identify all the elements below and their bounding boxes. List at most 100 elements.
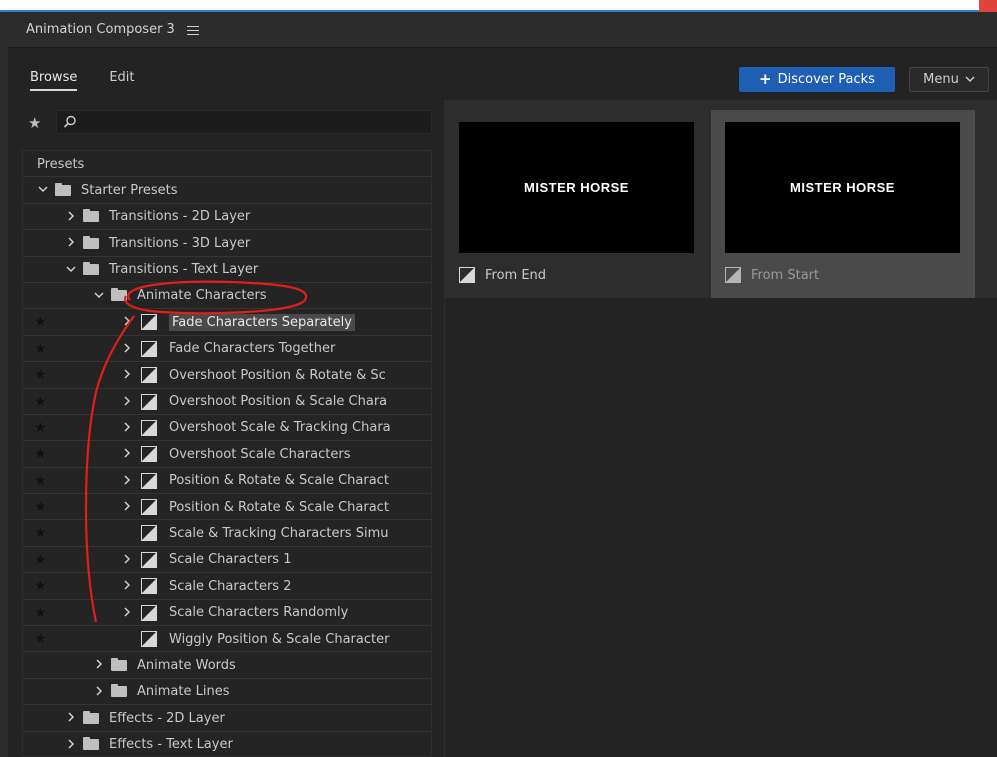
chevron-right-icon[interactable] (65, 210, 77, 224)
preset-icon (141, 314, 157, 331)
favorite-star-icon[interactable]: ★ (34, 631, 47, 647)
chevron-right-icon[interactable] (121, 579, 133, 593)
chevron-down-icon[interactable] (37, 183, 49, 197)
tree-item-label: Position & Rotate & Scale Charact (169, 473, 389, 489)
main-tabs: Browse Edit (30, 70, 135, 91)
tree-folder-row[interactable]: Animate Characters (23, 283, 431, 310)
preview-caption: From End (459, 267, 546, 283)
search-row: ★ (22, 110, 432, 136)
tree-folder-row[interactable]: Effects - Text Layer (23, 732, 431, 756)
preview-strip: MISTER HORSE From End MISTER HORSE From … (445, 100, 997, 298)
window-top-edge (0, 0, 997, 10)
window-left-frame (0, 12, 8, 757)
preview-card-from-start[interactable]: MISTER HORSE From Start (711, 110, 975, 298)
preset-browser-panel: ★ Presets Starter Presets Transitions - 2… (22, 100, 432, 757)
tree-item-label: Scale Characters 2 (169, 578, 292, 594)
folder-icon (83, 737, 99, 751)
preview-caption-label: From End (485, 267, 547, 283)
tree-item-label: Effects - 2D Layer (109, 710, 225, 726)
search-input[interactable] (83, 113, 427, 133)
favorite-star-icon[interactable]: ★ (34, 367, 47, 383)
chevron-right-icon[interactable] (121, 395, 133, 409)
chevron-right-icon[interactable] (121, 315, 133, 329)
chevron-right-icon[interactable] (121, 606, 133, 620)
tree-preset-row[interactable]: ★ Scale & Tracking Characters Simu (23, 520, 431, 547)
menu-button[interactable]: Menu (909, 67, 989, 92)
favorite-star-icon[interactable]: ★ (34, 578, 47, 594)
tree-preset-row[interactable]: ★ Scale Characters 2 (23, 573, 431, 600)
tree-folder-row[interactable]: Transitions - Text Layer (23, 257, 431, 283)
tree-item-label: Animate Lines (137, 684, 230, 700)
tree-preset-row[interactable]: ★ Fade Characters Together (23, 336, 431, 363)
chevron-right-icon[interactable] (121, 368, 133, 382)
preview-thumbnail: MISTER HORSE (459, 122, 694, 253)
favorite-star-icon[interactable]: ★ (34, 394, 47, 410)
chevron-right-icon[interactable] (121, 474, 133, 488)
tree-preset-row[interactable]: ★ Fade Characters Separately (23, 309, 431, 336)
tab-browse[interactable]: Browse (30, 70, 78, 91)
tree-item-label: Scale & Tracking Characters Simu (169, 525, 389, 541)
chevron-right-icon[interactable] (93, 685, 105, 699)
search-box[interactable] (56, 110, 432, 134)
preset-icon (141, 525, 157, 542)
favorites-filter-star-icon[interactable]: ★ (28, 114, 41, 132)
tab-edit[interactable]: Edit (109, 70, 134, 91)
chevron-down-icon[interactable] (93, 289, 105, 303)
favorite-star-icon[interactable]: ★ (34, 473, 47, 489)
tree-preset-row[interactable]: ★ Overshoot Position & Rotate & Sc (23, 362, 431, 389)
tree-preset-row[interactable]: ★ Overshoot Scale Characters (23, 441, 431, 468)
preview-thumbnail: MISTER HORSE (725, 122, 960, 253)
tree-preset-row[interactable]: ★ Position & Rotate & Scale Charact (23, 468, 431, 495)
tree-preset-row[interactable]: ★ Overshoot Position & Scale Chara (23, 389, 431, 415)
chevron-down-icon[interactable] (65, 263, 77, 277)
favorite-star-icon[interactable]: ★ (34, 525, 47, 541)
preset-tree: Presets Starter Presets Transitions - 2D … (22, 150, 432, 757)
folder-icon (83, 209, 99, 223)
favorite-star-icon[interactable]: ★ (34, 446, 47, 462)
preview-caption-label: From Start (751, 267, 820, 283)
favorite-star-icon[interactable]: ★ (34, 499, 47, 515)
favorite-star-icon[interactable]: ★ (34, 605, 47, 621)
tree-item-label: Fade Characters Separately (169, 313, 355, 331)
chevron-right-icon[interactable] (121, 553, 133, 567)
tree-preset-row[interactable]: ★ Scale Characters 1 (23, 547, 431, 574)
preset-icon (459, 267, 475, 283)
tree-item-label: Fade Characters Together (169, 341, 336, 357)
tree-item-label: Position & Rotate & Scale Charact (169, 499, 389, 515)
chevron-right-icon[interactable] (121, 421, 133, 435)
tree-preset-row[interactable]: ★ Overshoot Scale & Tracking Chara (23, 415, 431, 442)
preset-icon (141, 631, 157, 648)
tree-folder-row[interactable]: Animate Lines (23, 679, 431, 706)
preset-icon (141, 393, 157, 410)
tree-folder-row[interactable]: Transitions - 2D Layer (23, 204, 431, 231)
folder-icon (111, 657, 127, 671)
chevron-right-icon[interactable] (65, 236, 77, 250)
hamburger-menu-icon[interactable] (186, 25, 201, 35)
chevron-right-icon[interactable] (121, 447, 133, 461)
chevron-right-icon[interactable] (121, 500, 133, 514)
chevron-right-icon[interactable] (93, 658, 105, 672)
tree-item-label: Starter Presets (81, 182, 178, 198)
tree-preset-row[interactable]: ★ Position & Rotate & Scale Charact (23, 494, 431, 521)
favorite-star-icon[interactable]: ★ (34, 314, 47, 330)
favorite-star-icon[interactable]: ★ (34, 341, 47, 357)
tree-folder-row[interactable]: Transitions - 3D Layer (23, 230, 431, 257)
tree-item-label: Animate Characters (137, 288, 267, 304)
preset-icon (725, 267, 741, 283)
tree-item-label: Transitions - Text Layer (109, 262, 259, 278)
window-close-corner[interactable] (979, 0, 997, 12)
chevron-right-icon[interactable] (121, 342, 133, 356)
tree-preset-row[interactable]: ★ Scale Characters Randomly (23, 600, 431, 627)
tree-header-label: Presets (37, 156, 85, 172)
tree-preset-row[interactable]: ★ Wiggly Position & Scale Character (23, 626, 431, 653)
tree-folder-row[interactable]: Effects - 2D Layer (23, 705, 431, 732)
preview-card-from-end[interactable]: MISTER HORSE From End (445, 110, 709, 298)
discover-packs-button[interactable]: + Discover Packs (739, 67, 895, 92)
favorite-star-icon[interactable]: ★ (34, 552, 47, 568)
chevron-right-icon[interactable] (65, 738, 77, 752)
favorite-star-icon[interactable]: ★ (34, 420, 47, 436)
tree-item-label: Scale Characters 1 (169, 552, 292, 568)
chevron-right-icon[interactable] (65, 711, 77, 725)
tree-folder-row[interactable]: Starter Presets (23, 177, 431, 204)
tree-folder-row[interactable]: Animate Words (23, 652, 431, 679)
